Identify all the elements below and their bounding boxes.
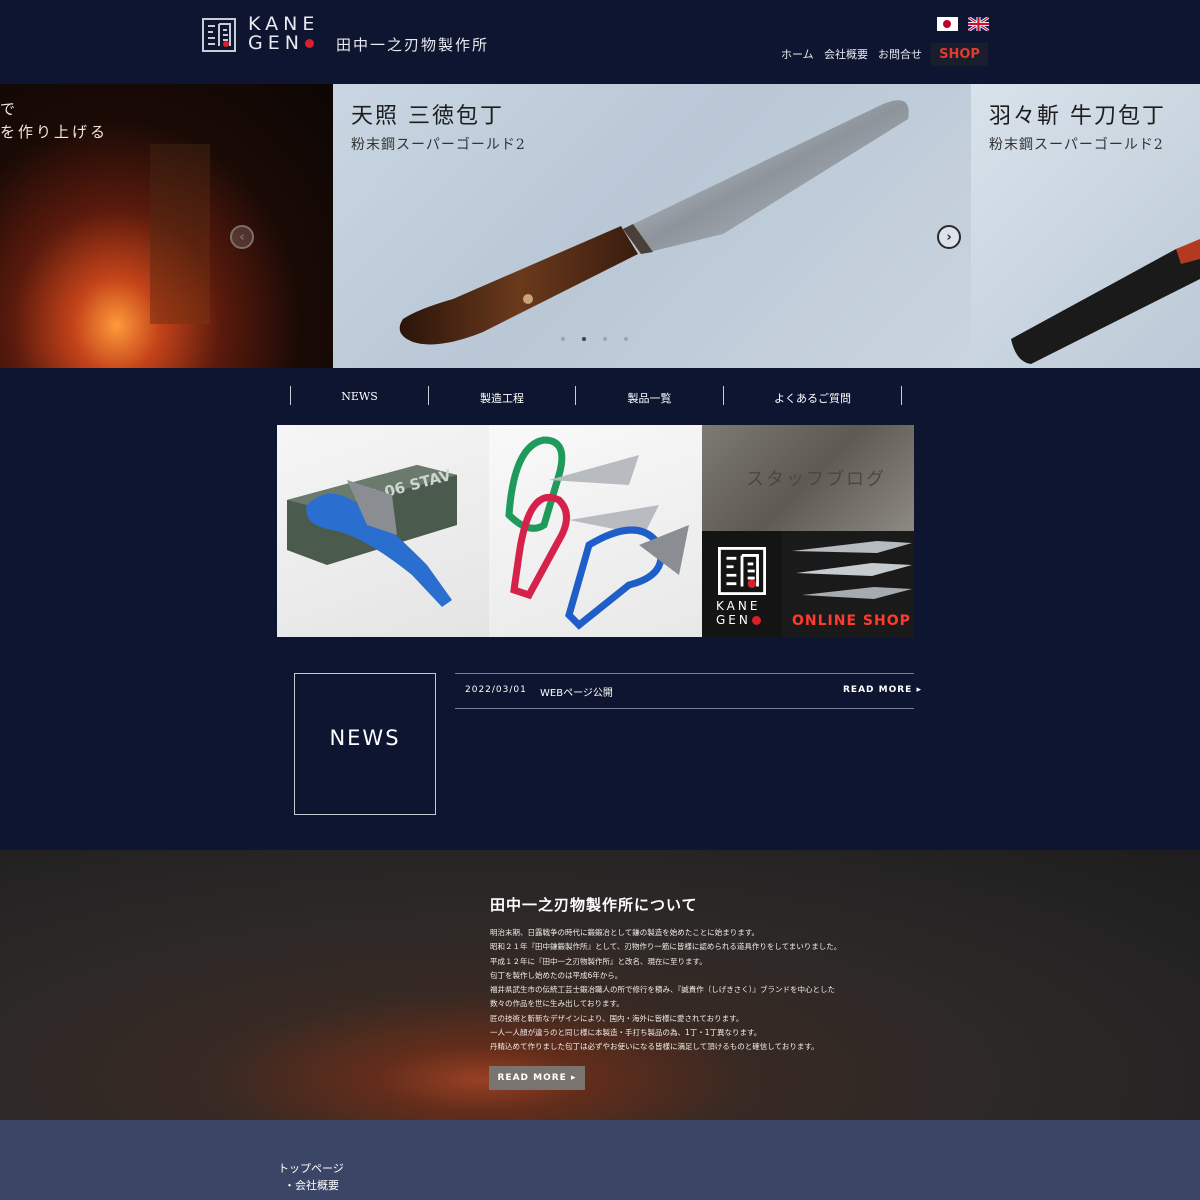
about-line: 平成１２年に『田中一之刃物製作所』と改名、現在に至ります。 [490, 956, 707, 966]
about-line: 数々の作品を世に生み出しております。 [490, 999, 624, 1009]
gyuto-knife-image [1011, 239, 1200, 364]
slider-dot-active[interactable] [582, 337, 586, 341]
news-divider-bottom [455, 708, 914, 709]
news-item-title[interactable]: WEBページ公開 [540, 684, 613, 699]
slide-gyuto[interactable]: 羽々斬 牛刀包丁 粉末鋼スーパーゴールド2 [971, 84, 1200, 368]
about-line: 明治末期、日露戦争の時代に鍛鍛冶として鎌の製造を始めたことに始まります。 [490, 928, 760, 937]
news-item-date: 2022/03/01 [465, 685, 527, 695]
tile-logo-line-2: GEN [716, 613, 761, 627]
slide-left-caption: で を作り上げる [0, 98, 108, 144]
about-line: 一人一人顔が違うのと同じ様に本製造・手打ち製品の為、1丁・1丁異なります。 [490, 1028, 762, 1038]
logo-red-dot [304, 39, 314, 48]
triangle-right-icon: ▸ [916, 685, 923, 695]
kanegen-logo-tile[interactable]: KANE GEN [702, 531, 782, 637]
online-shop-label: ONLINE SHOP [792, 613, 911, 629]
slide-left-line-1: で [0, 100, 19, 118]
jp-flag-icon[interactable] [937, 17, 958, 31]
about-line: 昭和２１年『田中鎌鍛製作所』として、刃物作り一筋に皆様に認められる道具作りをして… [490, 942, 842, 952]
hero-slider: で を作り上げる 天照 三徳包丁 粉末鋼スーパーゴールド2 羽々斬 牛刀包丁 粉… [0, 84, 1200, 368]
news-read-more-label: READ MORE [843, 685, 913, 695]
triangle-right-icon: ▸ [570, 1073, 577, 1083]
knife-set-image [792, 541, 912, 599]
logo-wordmark[interactable]: KANE GEN [248, 15, 319, 53]
online-shop-tile[interactable]: ONLINE SHOP [782, 531, 914, 637]
news-read-more-link[interactable]: READ MORE ▸ [843, 685, 922, 695]
site-header: KANE GEN 田中一之刃物製作所 ホーム 会社概要 お問合せ SHOP [0, 0, 1200, 84]
slide-santoku[interactable]: 天照 三徳包丁 粉末鋼スーパーゴールド2 [333, 84, 971, 368]
slide-forge-image: で を作り上げる [0, 84, 333, 368]
about-read-more-label: READ MORE [497, 1073, 567, 1083]
product-tile-box-knife[interactable]: XG-06 STAV [277, 425, 489, 637]
subnav-products[interactable]: 製品一覧 [576, 390, 723, 406]
subnav-news[interactable]: NEWS [291, 390, 428, 403]
slide-right-subtitle: 粉末鋼スーパーゴールド2 [989, 137, 1164, 153]
santoku-knife-image [399, 100, 909, 345]
news-heading: NEWS [329, 726, 401, 750]
slider-dot[interactable] [561, 337, 565, 341]
slider-dot[interactable] [603, 337, 607, 341]
nav-home-link[interactable]: ホーム [781, 46, 814, 62]
tile-logo-wordmark: KANE GEN [716, 599, 761, 627]
slider-next-arrow-icon[interactable]: › [937, 225, 961, 249]
kanegen-logo-icon[interactable] [202, 18, 236, 52]
about-line: 包丁を製作し始めたのは平成6年から。 [490, 970, 623, 980]
logo-line-2: GEN [248, 34, 319, 53]
tile-logo-line-1: KANE [716, 599, 761, 613]
footer-top-page-link[interactable]: トップページ [278, 1160, 344, 1176]
slider-prev-arrow-icon[interactable]: ‹ [230, 225, 254, 249]
slide-left-line-2: を作り上げる [0, 123, 109, 141]
site-footer: トップページ ・会社概要 [0, 1120, 1200, 1200]
color-knives-image [505, 436, 689, 630]
about-text: 明治末期、日露戦争の時代に鍛鍛冶として鎌の製造を始めたことに始まります。 昭和２… [490, 926, 930, 1055]
nav-contact-link[interactable]: お問合せ [878, 46, 922, 62]
nav-company-link[interactable]: 会社概要 [824, 46, 868, 62]
subnav-faq[interactable]: よくあるご質問 [724, 390, 901, 406]
about-title: 田中一之刃物製作所について [490, 896, 698, 914]
tile-logo-red-dot [751, 616, 761, 625]
staff-blog-tile[interactable]: スタッフブログ [702, 425, 914, 531]
slide-right-title: 羽々斬 牛刀包丁 [989, 104, 1166, 129]
subnav-divider [901, 386, 902, 405]
product-tile-color-knives[interactable] [489, 425, 702, 637]
staff-blog-label: スタッフブログ [746, 469, 886, 490]
news-divider-top [455, 673, 914, 674]
knife-box-image: XG-06 STAV [287, 465, 457, 607]
slider-dot[interactable] [624, 337, 628, 341]
company-name: 田中一之刃物製作所 [336, 36, 490, 54]
footer-company-link[interactable]: ・会社概要 [284, 1177, 339, 1193]
about-read-more-button[interactable]: READ MORE ▸ [489, 1066, 585, 1090]
about-line: 匠の技術と斬新なデザインにより、国内・海外に皆様に愛されております。 [490, 1013, 744, 1023]
shop-button[interactable]: SHOP [931, 43, 988, 66]
news-heading-box: NEWS [294, 673, 436, 815]
about-line: 丹精込めて作りました包丁は必ずやお使いになる皆様に満足して頂けるものと確信してお… [490, 1042, 819, 1052]
slider-pagination [561, 337, 628, 341]
kanegen-logo-icon [718, 547, 766, 595]
uk-flag-icon[interactable] [968, 17, 989, 31]
about-section: 田中一之刃物製作所について 明治末期、日露戦争の時代に鍛鍛冶として鎌の製造を始め… [0, 850, 1200, 1120]
subnav-process[interactable]: 製造工程 [429, 390, 575, 406]
about-line: 福井県武生市の伝統工芸士鍛冶職人の所で修行を積み、『誠貴作（しげきさく）』ブラン… [490, 985, 835, 995]
